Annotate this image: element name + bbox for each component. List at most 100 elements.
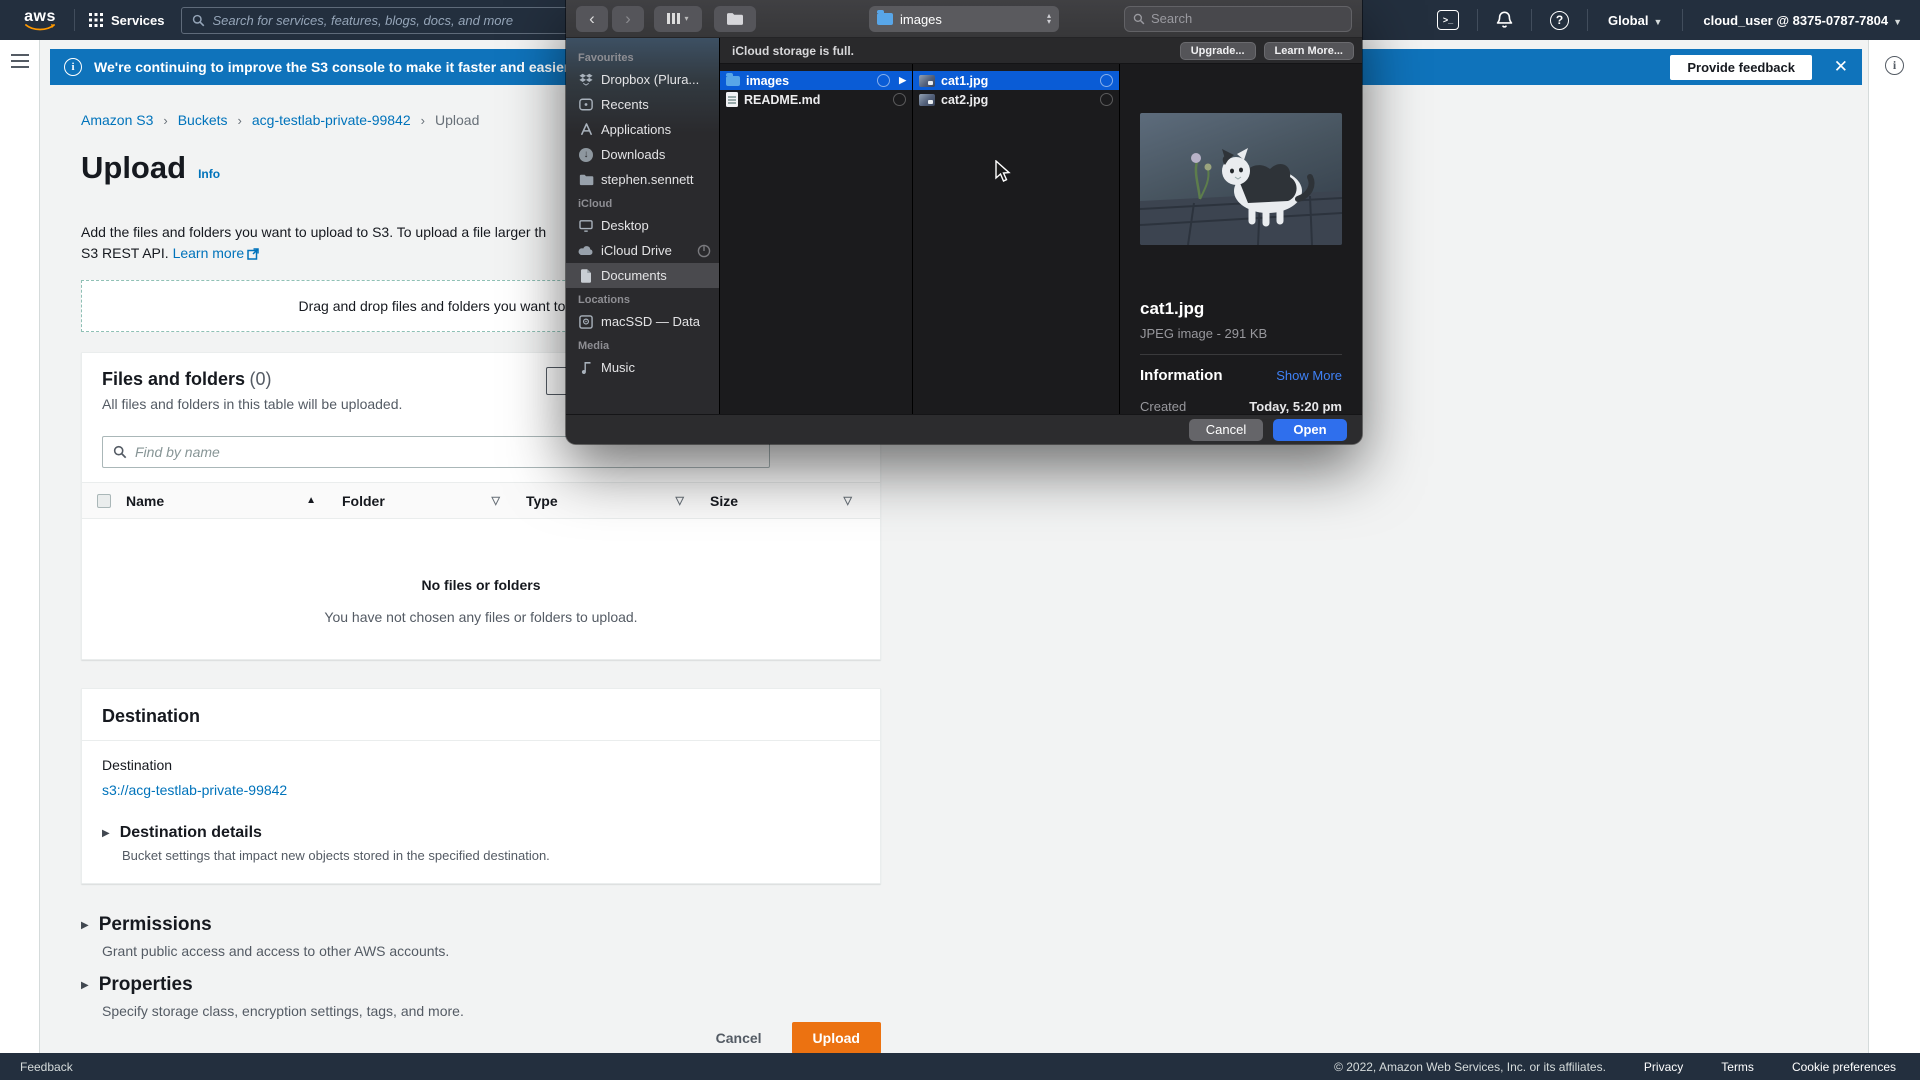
sidebar-item-applications[interactable]: Applications [566,117,719,142]
cloudshell-button[interactable]: >_ [1421,10,1475,30]
sidebar-item-desktop[interactable]: Desktop [566,213,719,238]
show-more-link[interactable]: Show More [1276,368,1342,383]
breadcrumb-separator: › [238,113,242,128]
properties-expander[interactable]: ▶ Properties [81,974,464,996]
new-folder-button[interactable] [714,6,756,32]
notifications-button[interactable] [1480,11,1529,29]
hamburger-menu-icon[interactable] [11,54,29,68]
location-selected-value: images [900,12,1040,27]
file-row-images[interactable]: images ▶ [720,71,912,90]
services-menu-button[interactable]: Services [89,13,165,28]
folder-icon [726,76,740,86]
select-all-checkbox[interactable] [97,494,111,508]
breadcrumb-buckets[interactable]: Buckets [178,112,228,128]
learn-more-button[interactable]: Learn More... [1264,42,1354,60]
sidebar-item-recents[interactable]: Recents [566,92,719,117]
terms-link[interactable]: Terms [1721,1060,1754,1074]
dialog-footer: Cancel Open [566,414,1362,444]
column-view-button[interactable]: ▾ [654,6,702,32]
aws-logo[interactable]: aws [20,10,60,31]
upload-button[interactable]: Upload [792,1022,881,1054]
properties-description: Specify storage class, encryption settin… [102,1003,464,1019]
breadcrumb-separator: › [163,113,167,128]
sidebar-item-downloads[interactable]: ↓ Downloads [566,142,719,167]
search-icon [192,14,205,27]
dialog-cancel-button[interactable]: Cancel [1189,419,1263,441]
preview-image-cat-photo [1140,113,1342,245]
privacy-link[interactable]: Privacy [1644,1060,1683,1074]
sort-icon[interactable]: ▽ [844,494,852,507]
sidebar-item-macssd[interactable]: macSSD — Data [566,309,719,334]
permissions-expander[interactable]: ▶ Permissions [81,914,449,936]
console-footer: Feedback © 2022, Amazon Web Services, In… [0,1053,1920,1080]
sort-icon[interactable]: ▽ [676,494,684,507]
dialog-open-button[interactable]: Open [1273,419,1347,441]
sort-icon[interactable]: ▽ [492,494,500,507]
document-file-icon [726,92,738,107]
region-selector[interactable]: Global▼ [1590,13,1680,28]
info-panel-icon[interactable]: i [1885,56,1904,75]
page-intro: Add the files and folders you want to up… [81,222,546,266]
provide-feedback-button[interactable]: Provide feedback [1670,55,1812,80]
sidebar-item-user-folder[interactable]: stephen.sennett [566,167,719,192]
cancel-button[interactable]: Cancel [716,1030,762,1046]
icloud-storage-banner: iCloud storage is full. Upgrade... Learn… [720,38,1362,64]
folder-action-icon [726,12,744,26]
sort-ascending-icon[interactable]: ▲ [306,495,316,506]
image-file-icon [919,94,935,106]
sidebar-item-dropbox[interactable]: Dropbox (Plura... [566,67,719,92]
close-icon[interactable]: ✕ [1834,57,1848,77]
forward-button[interactable]: › [612,6,644,32]
file-row-readme[interactable]: README.md [720,90,912,109]
sidebar-item-label: macSSD — Data [601,314,700,329]
file-column-2: cat1.jpg cat2.jpg [913,64,1120,414]
sidebar-item-music[interactable]: Music [566,355,719,380]
file-name: README.md [744,93,820,107]
sidebar-item-icloud-drive[interactable]: iCloud Drive [566,238,719,263]
dialog-search-field[interactable] [1124,6,1352,32]
learn-more-link[interactable]: Learn more [173,245,260,261]
column-header-folder: Folder [342,493,385,509]
breadcrumb-bucket-name[interactable]: acg-testlab-private-99842 [252,112,411,128]
destination-bucket-link[interactable]: s3://acg-testlab-private-99842 [102,782,860,798]
icloud-status-icon [1100,93,1113,106]
location-popup[interactable]: images ▴▾ [869,6,1059,32]
file-row-cat1[interactable]: cat1.jpg [913,71,1119,90]
info-icon: i [64,58,82,76]
question-mark-icon: ? [1550,11,1569,30]
back-button[interactable]: ‹ [576,6,608,32]
cookie-preferences-link[interactable]: Cookie preferences [1792,1060,1896,1074]
help-button[interactable]: ? [1534,11,1585,30]
find-by-name-input[interactable] [135,444,695,460]
chevron-right-icon: ▶ [899,75,906,86]
sidebar-section-locations: Locations [566,288,719,309]
sidebar-item-label: Applications [601,122,671,137]
nav-divider [74,9,75,31]
account-menu[interactable]: cloud_user @ 8375-0787-7804▼ [1685,13,1920,28]
properties-title: Properties [99,974,193,996]
feedback-link[interactable]: Feedback [20,1060,73,1074]
breadcrumb-amazon-s3[interactable]: Amazon S3 [81,112,153,128]
page-actions: Cancel Upload [81,1022,881,1054]
info-link[interactable]: Info [198,167,220,181]
right-panel-strip: i [1868,40,1920,1053]
nav-divider [1477,9,1478,31]
upgrade-button[interactable]: Upgrade... [1180,42,1256,60]
search-icon [113,445,127,459]
breadcrumb: Amazon S3 › Buckets › acg-testlab-privat… [81,112,479,128]
icloud-banner-message: iCloud storage is full. [732,44,854,58]
sync-progress-icon [697,244,711,258]
image-file-icon [919,75,935,87]
permissions-description: Grant public access and access to other … [102,943,449,959]
icloud-status-icon [1100,74,1113,87]
file-row-cat2[interactable]: cat2.jpg [913,90,1119,109]
sidebar-item-label: Recents [601,97,649,112]
banner-message: We're continuing to improve the S3 conso… [94,59,607,75]
sidebar-item-documents[interactable]: Documents [566,263,719,288]
sidebar-item-label: Desktop [601,218,649,233]
destination-details-expander[interactable]: ▶ Destination details [102,824,860,842]
caret-right-icon: ▶ [102,828,110,839]
dialog-search-input[interactable] [1151,11,1331,26]
caret-right-icon: ▶ [81,920,89,931]
preview-filename: cat1.jpg [1140,299,1342,319]
